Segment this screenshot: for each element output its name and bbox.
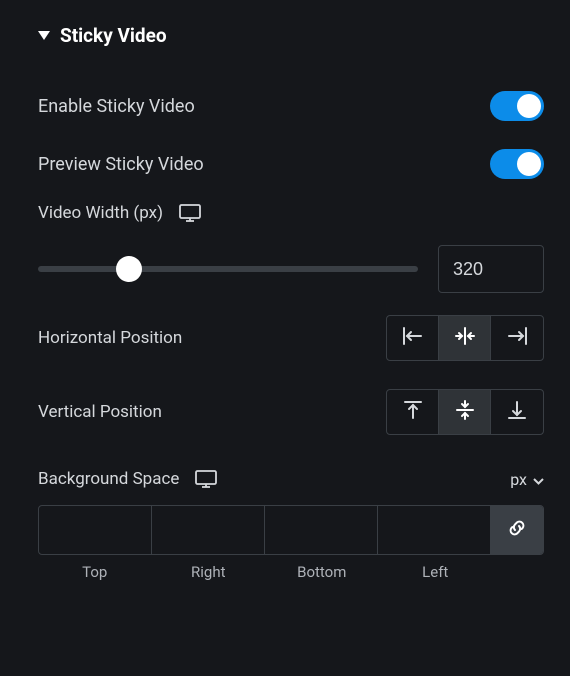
align-right-button[interactable] (491, 316, 543, 360)
unit-select[interactable]: px (510, 470, 544, 489)
align-center-button[interactable] (439, 316, 491, 360)
align-top-button[interactable] (387, 390, 439, 434)
preview-sticky-row: Preview Sticky Video (30, 135, 552, 193)
video-width-input[interactable] (438, 245, 544, 293)
link-icon (507, 518, 527, 543)
align-top-icon (403, 399, 423, 426)
background-space-row: Background Space px (30, 441, 552, 501)
vertical-position-row: Vertical Position (30, 367, 552, 441)
section-title: Sticky Video (60, 24, 167, 47)
unit-label: px (510, 470, 527, 489)
align-right-icon (505, 326, 529, 351)
video-width-label: Video Width (px) (38, 203, 163, 223)
toggle-knob (517, 152, 541, 176)
horizontal-position-label: Horizontal Position (38, 328, 182, 348)
video-width-block: Video Width (px) (30, 193, 552, 293)
toggle-knob (517, 94, 541, 118)
align-bottom-icon (507, 399, 527, 426)
enable-sticky-toggle[interactable] (490, 91, 544, 121)
align-bottom-button[interactable] (491, 390, 543, 434)
section-header[interactable]: Sticky Video (30, 18, 552, 77)
caret-down-icon (38, 26, 50, 46)
preview-sticky-toggle[interactable] (490, 149, 544, 179)
horizontal-position-group (386, 315, 544, 361)
chevron-down-icon (533, 470, 544, 489)
spacing-top-label: Top (38, 563, 152, 581)
spacing-left-input[interactable] (378, 506, 490, 554)
spacing-right-label: Right (152, 563, 266, 581)
video-width-slider[interactable] (38, 266, 418, 272)
desktop-icon[interactable] (179, 204, 201, 222)
align-center-icon (453, 326, 477, 351)
spacing-bottom-input[interactable] (265, 506, 377, 554)
background-space-label: Background Space (38, 469, 179, 489)
spacing-bottom-label: Bottom (265, 563, 379, 581)
align-middle-button[interactable] (439, 390, 491, 434)
spacing-labels: Top Right Bottom Left (38, 563, 544, 581)
align-middle-icon (455, 399, 475, 426)
desktop-icon[interactable] (195, 470, 217, 488)
align-left-button[interactable] (387, 316, 439, 360)
vertical-position-group (386, 389, 544, 435)
spacing-right-input[interactable] (152, 506, 264, 554)
link-values-button[interactable] (491, 506, 543, 554)
spacing-top-input[interactable] (39, 506, 151, 554)
vertical-position-label: Vertical Position (38, 402, 162, 422)
spacing-left-label: Left (379, 563, 493, 581)
enable-sticky-label: Enable Sticky Video (38, 96, 195, 117)
enable-sticky-row: Enable Sticky Video (30, 77, 552, 135)
slider-thumb[interactable] (116, 256, 142, 282)
horizontal-position-row: Horizontal Position (30, 293, 552, 367)
preview-sticky-label: Preview Sticky Video (38, 154, 204, 175)
spacing-inputs (38, 505, 544, 555)
align-left-icon (401, 326, 425, 351)
